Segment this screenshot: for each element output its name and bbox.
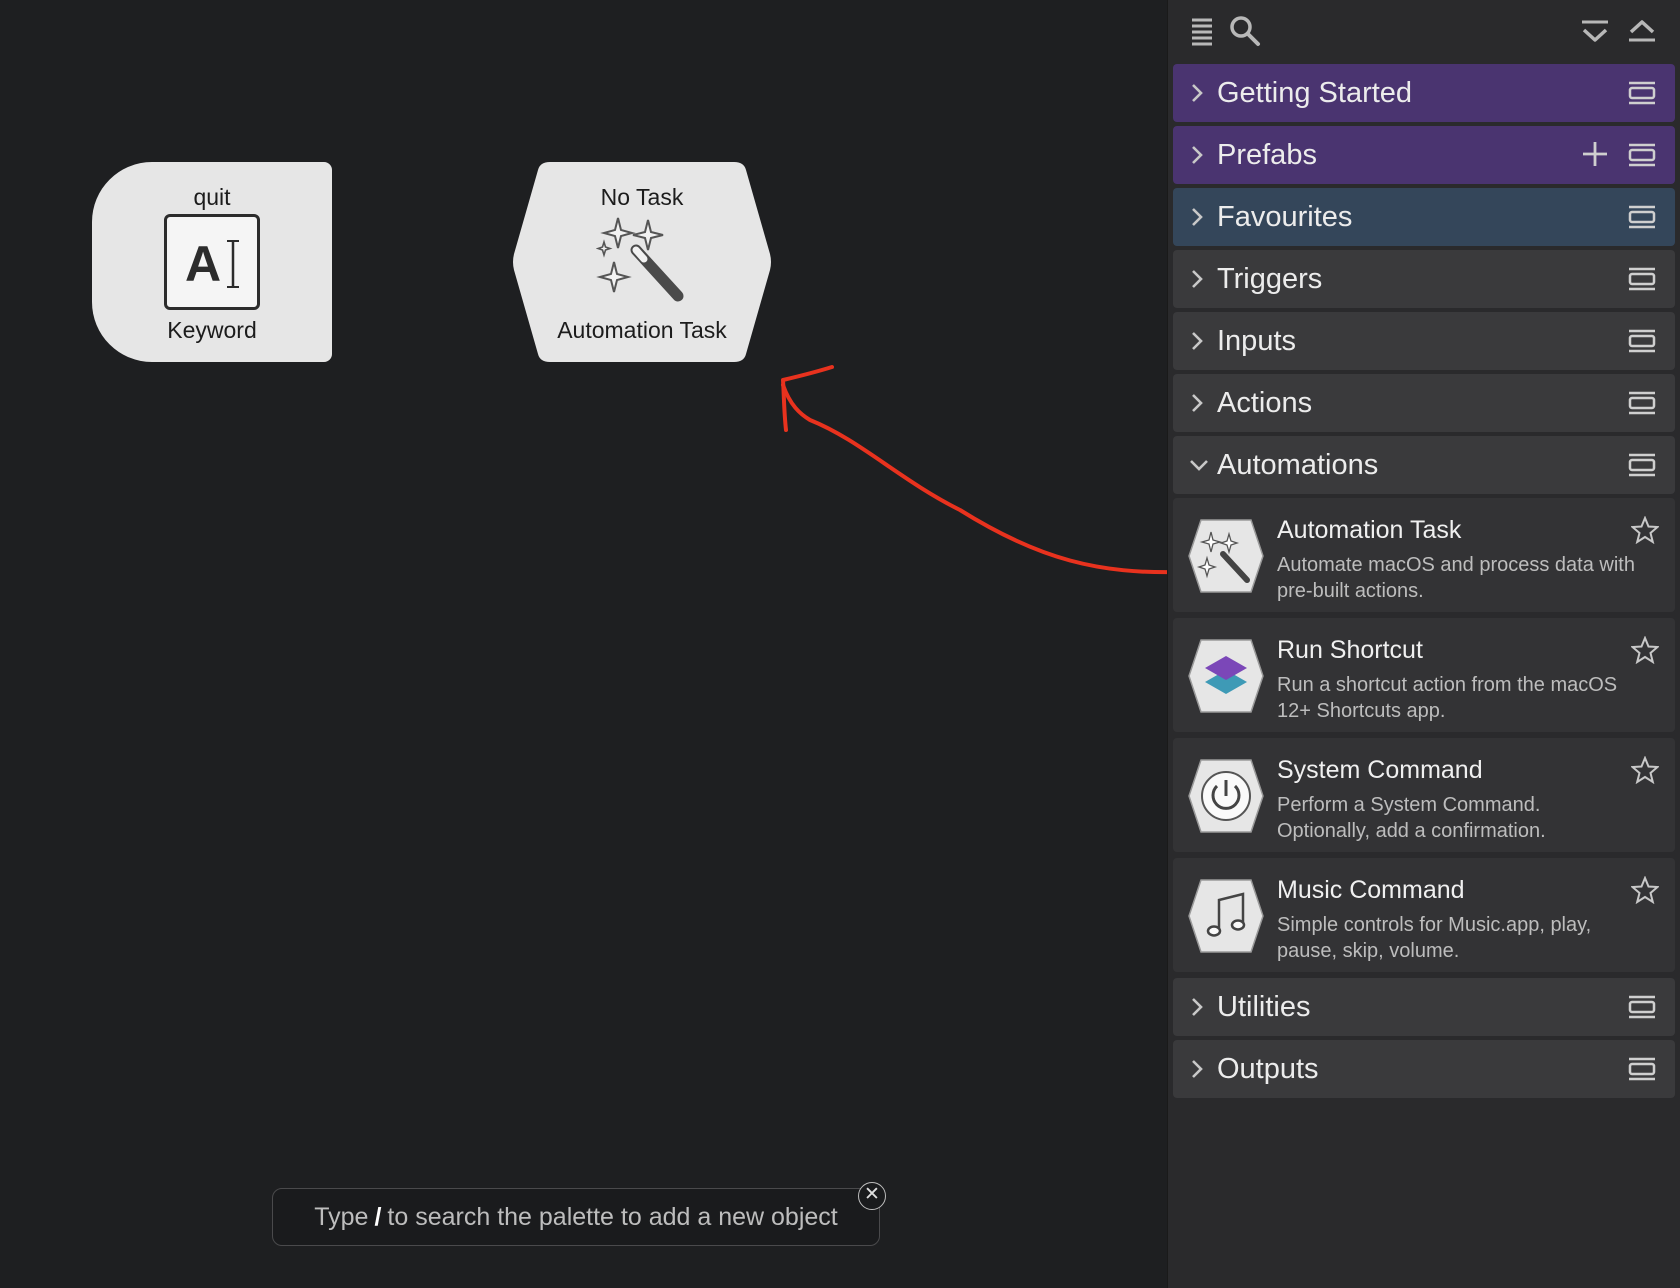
section-prefabs[interactable]: Prefabs	[1173, 126, 1675, 184]
section-label: Triggers	[1217, 262, 1323, 295]
star-icon[interactable]	[1631, 516, 1659, 544]
hint-prefix: Type	[314, 1202, 369, 1231]
list-icon[interactable]	[1186, 14, 1220, 48]
section-inputs[interactable]: Inputs	[1173, 312, 1675, 370]
workflow-canvas[interactable]: quit A Keyword No Task Automation Task T…	[0, 0, 1167, 1288]
task-node-status: No Task	[600, 184, 684, 210]
chevron-right-icon	[1192, 998, 1203, 1016]
keyword-node-type: Keyword	[167, 317, 257, 343]
item-title: Automation Task	[1277, 516, 1462, 544]
keyword-icon: A	[164, 214, 260, 310]
section-label: Actions	[1217, 386, 1313, 419]
palette-item-automation-task[interactable]: Automation Task Automate macOS and proce…	[1173, 498, 1675, 612]
chevron-right-icon	[1192, 270, 1203, 288]
item-title: Music Command	[1277, 876, 1465, 904]
palette-item-music-command[interactable]: Music Command Simple controls for Music.…	[1173, 858, 1675, 972]
chevron-right-icon	[1192, 84, 1203, 102]
chevron-right-icon	[1192, 208, 1203, 226]
expand-section-icon[interactable]	[1627, 1057, 1657, 1081]
automation-task-node[interactable]: No Task Automation Task	[512, 162, 772, 362]
expand-section-icon[interactable]	[1627, 453, 1657, 477]
collapse-all-icon[interactable]	[1578, 14, 1612, 48]
expand-section-icon[interactable]	[1627, 329, 1657, 353]
add-prefab-icon[interactable]	[1581, 140, 1609, 168]
expand-section-icon[interactable]	[1627, 143, 1657, 167]
close-icon[interactable]: ✕	[858, 1182, 886, 1210]
magic-wand-icon	[595, 212, 688, 309]
palette-search-hint[interactable]: Type / to search the palette to add a ne…	[272, 1188, 880, 1246]
keyword-node-title: quit	[193, 184, 231, 210]
star-icon[interactable]	[1631, 636, 1659, 664]
item-description: Perform a System Command. Optionally, ad…	[1277, 794, 1546, 842]
chevron-right-icon	[1192, 394, 1203, 412]
palette-item-run-shortcut[interactable]: Run Shortcut Run a shortcut action from …	[1173, 618, 1675, 732]
palette-toolbar	[1168, 0, 1680, 62]
chevron-right-icon	[1192, 146, 1203, 164]
expand-section-icon[interactable]	[1627, 995, 1657, 1019]
item-title: Run Shortcut	[1277, 636, 1423, 664]
section-automations[interactable]: Automations	[1173, 436, 1675, 494]
task-node-type: Automation Task	[557, 317, 727, 343]
chevron-down-icon	[1190, 460, 1208, 471]
section-label: Getting Started	[1217, 76, 1413, 109]
section-label: Favourites	[1217, 200, 1353, 233]
section-triggers[interactable]: Triggers	[1173, 250, 1675, 308]
item-description: Simple controls for Music.app, play, pau…	[1277, 914, 1592, 962]
section-getting-started[interactable]: Getting Started	[1173, 64, 1675, 122]
expand-section-icon[interactable]	[1627, 267, 1657, 291]
svg-text:A: A	[185, 236, 221, 292]
section-label: Utilities	[1217, 990, 1311, 1023]
item-description: Run a shortcut action from the macOS 12+…	[1277, 674, 1618, 722]
expand-section-icon[interactable]	[1627, 81, 1657, 105]
section-utilities[interactable]: Utilities	[1173, 978, 1675, 1036]
item-title: System Command	[1277, 756, 1483, 784]
section-outputs[interactable]: Outputs	[1173, 1040, 1675, 1098]
expand-section-icon[interactable]	[1627, 391, 1657, 415]
expand-up-icon[interactable]	[1625, 14, 1659, 48]
hint-key: /	[374, 1202, 382, 1231]
section-actions[interactable]: Actions	[1173, 374, 1675, 432]
star-icon[interactable]	[1631, 876, 1659, 904]
music-note-icon	[1188, 879, 1264, 953]
section-label: Automations	[1217, 448, 1379, 481]
chevron-right-icon	[1192, 1060, 1203, 1078]
section-label: Outputs	[1217, 1052, 1319, 1085]
palette-item-system-command[interactable]: System Command Perform a System Command.…	[1173, 738, 1675, 852]
section-favourites[interactable]: Favourites	[1173, 188, 1675, 246]
shortcuts-icon	[1188, 639, 1264, 713]
section-label: Prefabs	[1217, 138, 1317, 171]
section-label: Inputs	[1217, 324, 1296, 357]
star-icon[interactable]	[1631, 756, 1659, 784]
chevron-right-icon	[1192, 332, 1203, 350]
power-icon	[1188, 759, 1264, 833]
item-description: Automate macOS and process data with pre…	[1277, 554, 1635, 602]
expand-section-icon[interactable]	[1627, 205, 1657, 229]
search-icon[interactable]	[1228, 14, 1262, 48]
magic-wand-icon	[1188, 519, 1264, 593]
hint-suffix: to search the palette to add a new objec…	[387, 1202, 838, 1231]
object-palette-sidebar: Getting Started Prefabs Favourites Trigg…	[1167, 0, 1680, 1288]
keyword-node[interactable]: quit A Keyword	[92, 162, 332, 362]
